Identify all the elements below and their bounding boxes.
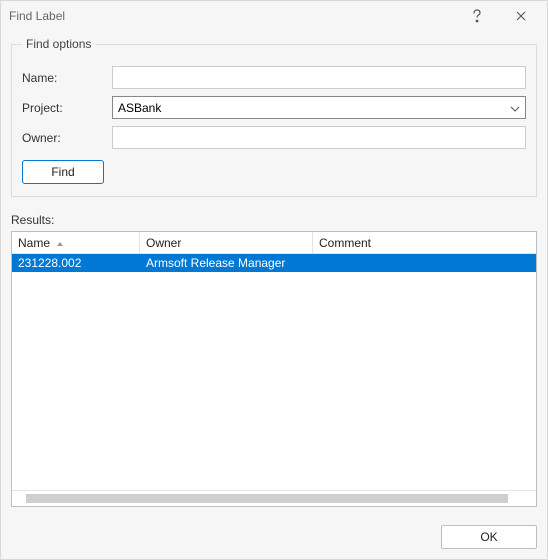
owner-row: Owner:: [22, 126, 526, 149]
chevron-down-icon: [510, 101, 520, 115]
horizontal-scrollbar[interactable]: [12, 490, 536, 506]
table-row[interactable]: 231228.002 Armsoft Release Manager: [12, 254, 536, 272]
project-select[interactable]: ASBank: [112, 96, 526, 119]
results-label: Results:: [11, 213, 537, 227]
titlebar: Find Label: [1, 1, 547, 31]
content-area: Find options Name: Project: ASBank: [1, 31, 547, 517]
find-button[interactable]: Find: [22, 160, 104, 184]
close-icon: [516, 11, 526, 21]
find-options-legend: Find options: [22, 37, 95, 51]
project-selected-value: ASBank: [118, 101, 161, 115]
dialog-footer: OK: [1, 517, 547, 559]
project-label: Project:: [22, 101, 112, 115]
owner-label: Owner:: [22, 131, 112, 145]
cell-name: 231228.002: [12, 256, 140, 270]
column-header-name[interactable]: Name: [12, 232, 140, 254]
find-label-dialog: Find Label Find options Name: Project:: [0, 0, 548, 560]
window-title: Find Label: [9, 9, 455, 23]
column-header-owner[interactable]: Owner: [140, 232, 313, 254]
find-options-group: Find options Name: Project: ASBank: [11, 37, 537, 197]
name-row: Name:: [22, 66, 526, 89]
owner-input[interactable]: [112, 126, 526, 149]
name-input[interactable]: [112, 66, 526, 89]
help-button[interactable]: [455, 1, 499, 31]
close-button[interactable]: [499, 1, 543, 31]
help-icon: [472, 9, 482, 23]
name-label: Name:: [22, 71, 112, 85]
column-header-comment[interactable]: Comment: [313, 232, 536, 254]
cell-owner: Armsoft Release Manager: [140, 256, 313, 270]
ok-button[interactable]: OK: [441, 525, 537, 549]
grid-body[interactable]: 231228.002 Armsoft Release Manager: [12, 254, 536, 490]
scrollbar-thumb[interactable]: [26, 494, 508, 503]
grid-header: Name Owner Comment: [12, 232, 536, 254]
project-row: Project: ASBank: [22, 96, 526, 119]
results-grid: Name Owner Comment 231228.002 Armsoft Re…: [11, 231, 537, 507]
sort-asc-icon: [56, 236, 64, 250]
